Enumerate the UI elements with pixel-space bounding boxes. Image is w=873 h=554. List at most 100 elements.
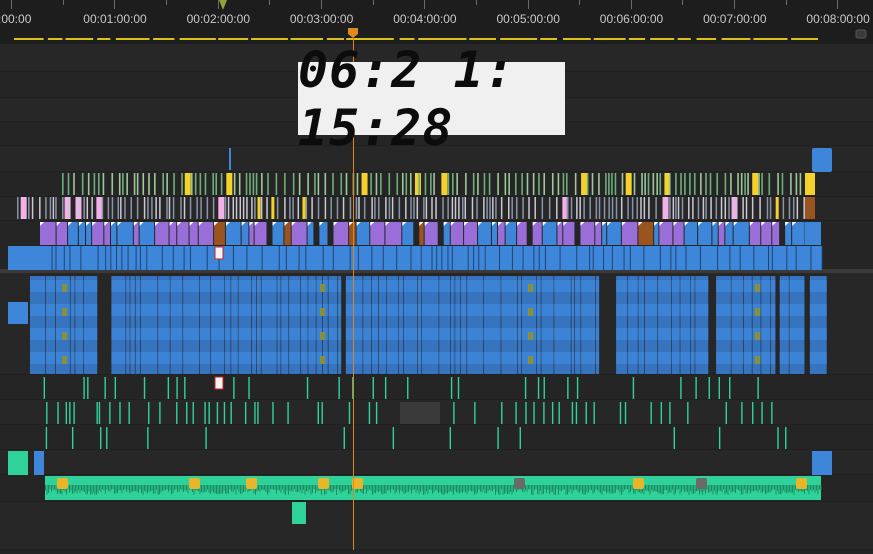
video-clip[interactable] bbox=[712, 222, 718, 245]
audio-clip-stick[interactable] bbox=[244, 402, 247, 424]
video-clip-stick[interactable] bbox=[398, 197, 401, 219]
video-clip-stick[interactable] bbox=[728, 197, 730, 219]
video-clip-stick[interactable] bbox=[589, 197, 591, 219]
video-clip[interactable] bbox=[580, 222, 595, 245]
video-clip-stick[interactable] bbox=[159, 197, 161, 219]
audio-clip-stick[interactable] bbox=[624, 402, 627, 424]
video-clip-stick[interactable] bbox=[471, 197, 474, 219]
video-clip-stick[interactable] bbox=[239, 197, 242, 219]
video-clip[interactable] bbox=[437, 246, 442, 270]
audio-clip-stick[interactable] bbox=[192, 402, 194, 424]
video-clip[interactable] bbox=[8, 246, 45, 270]
video-clip-stick[interactable] bbox=[614, 173, 617, 195]
video-clip[interactable] bbox=[162, 246, 174, 270]
video-clip[interactable] bbox=[86, 222, 92, 245]
video-clip[interactable] bbox=[560, 246, 577, 270]
video-clip-stick[interactable] bbox=[795, 173, 798, 195]
navigator-scroll-icon[interactable] bbox=[855, 28, 867, 40]
video-clip-stick[interactable] bbox=[120, 197, 122, 219]
audio-clip-stick[interactable] bbox=[450, 377, 453, 399]
video-clip-stick[interactable] bbox=[246, 197, 248, 219]
video-clip-stick[interactable] bbox=[477, 173, 479, 195]
video-clip-stick[interactable] bbox=[81, 173, 84, 195]
audio-clip-stick[interactable] bbox=[143, 377, 146, 399]
video-clip-stick[interactable] bbox=[200, 197, 202, 219]
audio-clip-stick[interactable] bbox=[593, 402, 595, 424]
video-clip[interactable] bbox=[169, 222, 177, 245]
audio-clip-stick[interactable] bbox=[368, 402, 371, 424]
video-clip-stick[interactable] bbox=[643, 197, 646, 219]
video-clip[interactable] bbox=[733, 222, 749, 245]
video-clip[interactable] bbox=[189, 222, 198, 245]
video-clip[interactable] bbox=[198, 222, 214, 245]
video-clip-stick[interactable] bbox=[744, 173, 746, 195]
video-clip[interactable] bbox=[432, 246, 437, 270]
clip-marker-icon[interactable] bbox=[214, 376, 224, 390]
video-clip[interactable] bbox=[284, 222, 291, 245]
video-clip-stick[interactable] bbox=[532, 173, 535, 195]
video-clip-stick[interactable] bbox=[73, 173, 75, 195]
video-clip-stick[interactable] bbox=[212, 173, 215, 195]
video-clip-stick[interactable] bbox=[620, 197, 623, 219]
video-clip[interactable] bbox=[811, 246, 823, 270]
video-clip-stick[interactable] bbox=[220, 173, 223, 195]
video-clip-stick[interactable] bbox=[342, 197, 345, 219]
video-clip-stick[interactable] bbox=[83, 197, 85, 219]
video-clip-stick[interactable] bbox=[730, 173, 732, 195]
video-clip-stick[interactable] bbox=[166, 197, 168, 219]
video-clip-stick[interactable] bbox=[118, 173, 121, 195]
video-clip-stick[interactable] bbox=[314, 173, 316, 195]
video-clip-stick[interactable] bbox=[659, 173, 662, 195]
video-clip-stick[interactable] bbox=[556, 197, 558, 219]
video-clip-stick[interactable] bbox=[86, 197, 89, 219]
video-clip-stick[interactable] bbox=[166, 173, 168, 195]
video-clip-stick[interactable] bbox=[581, 173, 588, 195]
video-clip[interactable] bbox=[787, 246, 796, 270]
video-clip[interactable] bbox=[104, 222, 110, 245]
video-clip-stick[interactable] bbox=[456, 173, 458, 195]
video-clip[interactable] bbox=[173, 246, 184, 270]
video-clip-stick[interactable] bbox=[298, 173, 301, 195]
video-clip-stick[interactable] bbox=[424, 173, 427, 195]
audio-clip-stick[interactable] bbox=[73, 402, 75, 424]
video-clip-stick[interactable] bbox=[336, 197, 339, 219]
video-clip-stick[interactable] bbox=[598, 173, 600, 195]
playhead-handle-icon[interactable] bbox=[348, 28, 358, 38]
video-clip-stick[interactable] bbox=[595, 197, 598, 219]
audio-clip-stick[interactable] bbox=[497, 427, 499, 449]
audio-clip-stick[interactable] bbox=[384, 377, 387, 399]
audio-clip-stick[interactable] bbox=[537, 377, 540, 399]
video-clip-stick[interactable] bbox=[62, 197, 64, 219]
video-clip-stick[interactable] bbox=[324, 197, 327, 219]
audio-clip-stick[interactable] bbox=[100, 427, 102, 449]
video-clip-stick[interactable] bbox=[136, 197, 139, 219]
video-clip-stick[interactable] bbox=[249, 173, 251, 195]
audio-clip-stick[interactable] bbox=[567, 377, 569, 399]
audio-clip-stick[interactable] bbox=[184, 377, 186, 399]
video-clip-stick[interactable] bbox=[435, 197, 437, 219]
video-clip[interactable] bbox=[448, 246, 453, 270]
audio-clip-stick[interactable] bbox=[98, 402, 101, 424]
video-clip[interactable] bbox=[372, 246, 384, 270]
video-clip-stick[interactable] bbox=[151, 197, 153, 219]
video-clip[interactable] bbox=[40, 222, 56, 245]
video-clip-stick[interactable] bbox=[98, 173, 100, 195]
video-clip[interactable] bbox=[98, 246, 106, 270]
video-clip[interactable] bbox=[139, 222, 155, 245]
audio-clip-stick[interactable] bbox=[176, 377, 178, 399]
video-clip[interactable] bbox=[419, 222, 424, 245]
video-clip[interactable] bbox=[563, 222, 575, 245]
audio-clip-stick[interactable] bbox=[186, 402, 188, 424]
audio-clip-stick[interactable] bbox=[87, 377, 89, 399]
video-clip[interactable] bbox=[122, 246, 128, 270]
video-clip-stick[interactable] bbox=[508, 173, 510, 195]
video-clip-stick[interactable] bbox=[31, 197, 34, 219]
video-clip[interactable] bbox=[785, 222, 792, 245]
video-clip-stick[interactable] bbox=[745, 197, 748, 219]
video-clip-stick[interactable] bbox=[598, 197, 601, 219]
video-clip[interactable] bbox=[249, 222, 254, 245]
video-clip-stick[interactable] bbox=[358, 197, 360, 219]
audio-clip-stick[interactable] bbox=[708, 377, 710, 399]
video-clip-stick[interactable] bbox=[790, 173, 792, 195]
video-clip[interactable] bbox=[128, 246, 136, 270]
